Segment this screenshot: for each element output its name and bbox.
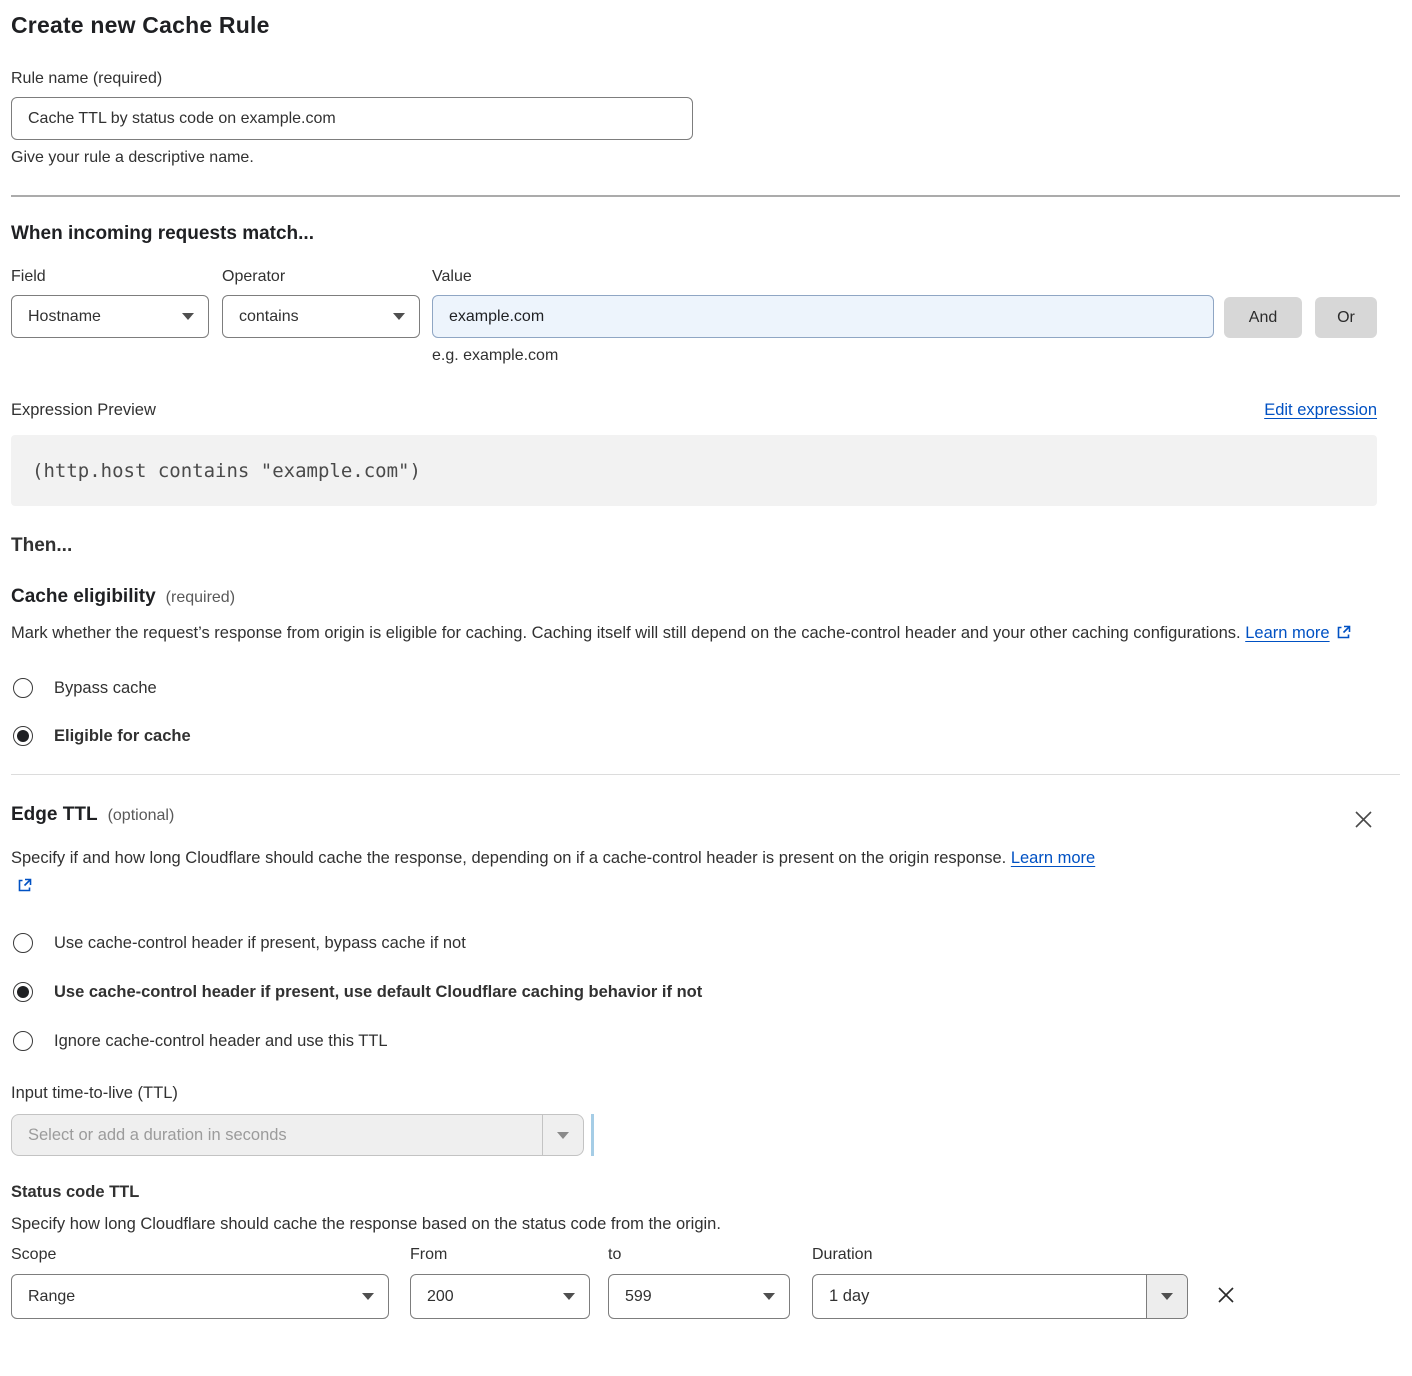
radio-use-header-default[interactable]: Use cache-control header if present, use… [11,982,1377,1002]
status-code-ttl-heading: Status code TTL [11,1183,1377,1202]
expression-preview-label: Expression Preview [11,401,156,420]
ttl-duration-select[interactable]: Select or add a duration in seconds [11,1114,584,1156]
ttl-select-placeholder: Select or add a duration in seconds [12,1126,287,1145]
operator-label: Operator [222,268,420,286]
value-helper: e.g. example.com [432,347,1214,365]
focus-caret [591,1114,594,1156]
field-select-value: Hostname [28,308,101,326]
edge-ttl-learn-more-link[interactable]: Learn more [1011,849,1095,867]
status-code-ttl-row: Scope Range From 200 to 599 Duration 1 d… [11,1246,1377,1319]
radio-label: Bypass cache [54,679,157,698]
rule-name-helper: Give your rule a descriptive name. [11,149,1377,167]
section-divider [11,195,1400,197]
and-button[interactable]: And [1224,297,1302,338]
value-input-text: example.com [449,308,544,326]
duration-label: Duration [812,1246,1188,1264]
or-button[interactable]: Or [1315,297,1377,338]
remove-row-icon[interactable] [1212,1281,1240,1309]
edge-ttl-description: Specify if and how long Cloudflare shoul… [11,844,1111,902]
radio-bypass-cache[interactable]: Bypass cache [11,678,1377,698]
cache-eligibility-description: Mark whether the request’s response from… [11,619,1356,649]
radio-selected-icon[interactable] [13,982,33,1002]
value-input[interactable]: example.com [432,295,1214,338]
expression-code-text: (http.host contains "example.com") [32,460,421,482]
chevron-down-icon [182,313,194,320]
to-label: to [608,1246,790,1264]
chevron-down-icon[interactable] [542,1115,583,1155]
page-title: Create new Cache Rule [11,12,1377,39]
then-heading: Then... [11,535,1377,557]
section-divider [11,774,1400,775]
radio-ignore-header-ttl[interactable]: Ignore cache-control header and use this… [11,1031,1377,1051]
optional-tag: (optional) [108,807,175,825]
rule-name-input[interactable] [11,97,693,140]
match-heading: When incoming requests match... [11,223,1377,245]
radio-eligible-for-cache[interactable]: Eligible for cache [11,726,1377,746]
radio-label: Use cache-control header if present, byp… [54,934,466,953]
chevron-down-icon [563,1293,575,1300]
chevron-down-icon[interactable] [1146,1275,1187,1318]
rule-name-label: Rule name (required) [11,70,1377,88]
radio-circle-icon[interactable] [13,933,33,953]
radio-label: Eligible for cache [54,727,191,746]
external-link-icon [1336,621,1351,649]
scope-select-value: Range [28,1288,75,1306]
chevron-down-icon [393,313,405,320]
edge-ttl-header: Edge TTL (optional) [11,804,1377,833]
field-label: Field [11,268,209,286]
from-label: From [410,1246,590,1264]
cache-eligibility-description-text: Mark whether the request’s response from… [11,624,1241,642]
radio-circle-icon[interactable] [13,1031,33,1051]
scope-label: Scope [11,1246,389,1264]
radio-circle-icon[interactable] [13,678,33,698]
spacer [1214,268,1377,296]
match-expression-row: Field Hostname Operator contains Value e… [11,268,1377,365]
expression-preview-code: (http.host contains "example.com") [11,435,1377,506]
from-select-value: 200 [427,1288,454,1306]
close-icon[interactable] [1350,806,1377,833]
create-cache-rule-form: Create new Cache Rule Rule name (require… [0,0,1412,1319]
edit-expression-link[interactable]: Edit expression [1264,401,1377,420]
edge-ttl-description-text: Specify if and how long Cloudflare shoul… [11,849,1006,867]
external-link-icon [17,874,32,902]
to-select[interactable]: 599 [608,1274,790,1319]
expression-preview-header: Expression Preview Edit expression [11,401,1377,420]
required-tag: (required) [166,589,235,607]
radio-label: Use cache-control header if present, use… [54,983,702,1002]
to-select-value: 599 [625,1288,652,1306]
from-select[interactable]: 200 [410,1274,590,1319]
duration-select[interactable]: 1 day [812,1274,1188,1319]
operator-select[interactable]: contains [222,295,420,338]
field-select[interactable]: Hostname [11,295,209,338]
cache-eligibility-learn-more-link[interactable]: Learn more [1245,624,1329,642]
radio-label: Ignore cache-control header and use this… [54,1032,388,1051]
radio-selected-icon[interactable] [13,726,33,746]
scope-select[interactable]: Range [11,1274,389,1319]
radio-use-header-bypass[interactable]: Use cache-control header if present, byp… [11,933,1377,953]
cache-eligibility-header: Cache eligibility (required) [11,586,1377,608]
operator-select-value: contains [239,308,299,326]
cache-eligibility-heading: Cache eligibility [11,586,156,608]
edge-ttl-heading: Edge TTL [11,804,98,826]
ttl-select-wrap: Select or add a duration in seconds [11,1114,1377,1156]
value-label: Value [432,268,1214,286]
chevron-down-icon [763,1293,775,1300]
chevron-down-icon [362,1293,374,1300]
status-code-ttl-description: Specify how long Cloudflare should cache… [11,1215,1377,1234]
ttl-input-label: Input time-to-live (TTL) [11,1084,1377,1103]
duration-select-value: 1 day [813,1287,869,1306]
